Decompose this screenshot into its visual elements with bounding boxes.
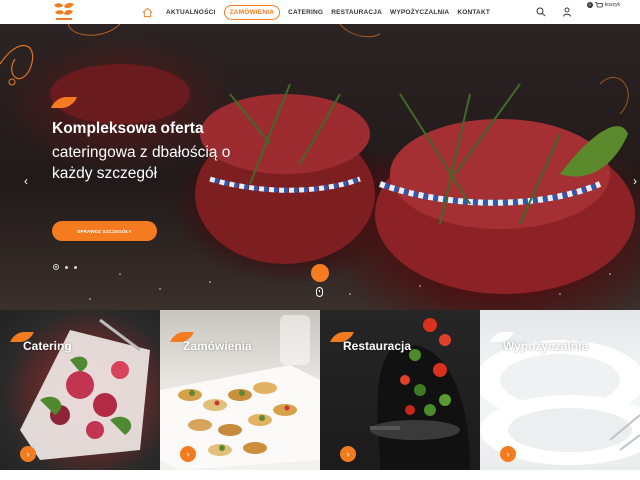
nav-item-kontakt[interactable]: KONTAKT — [457, 9, 490, 16]
tile-label: Restauracja — [343, 339, 412, 353]
cart-button[interactable]: 0 koszyk — [586, 1, 620, 11]
arrow-right-icon[interactable]: › — [500, 446, 516, 462]
nav-item-wypozyczalnia[interactable]: WYPOŻYCZALNIA — [390, 9, 449, 16]
user-icon[interactable] — [561, 6, 573, 18]
scroll-down-icon[interactable] — [316, 287, 323, 297]
category-tiles: Catering › Zamówienia › Restauracja › Wy… — [0, 310, 640, 470]
site-header: AKTUALNOŚCI ZAMÓWIENIA CATERING RESTAURA… — [0, 0, 640, 24]
hero-cta-button[interactable]: SPRAWDŹ SZCZEGÓŁY — [52, 221, 157, 241]
tile-label: Zamówienia — [183, 339, 252, 353]
arrow-right-icon[interactable]: › — [340, 446, 356, 462]
tile-wypozyczalnia[interactable]: Wypożyczalnia › — [480, 310, 640, 470]
tile-label: Wypożyczalnia — [503, 339, 589, 353]
slider-dot-3[interactable] — [74, 265, 77, 269]
cart-label: koszyk — [604, 1, 620, 8]
nav-item-aktualnosci[interactable]: AKTUALNOŚCI — [166, 9, 216, 16]
tile-zamowienia[interactable]: Zamówienia › — [160, 310, 320, 470]
nav-item-restauracja[interactable]: RESTAURACJA — [331, 9, 382, 16]
tile-restauracja[interactable]: Restauracja › — [320, 310, 480, 470]
hero-title: Kompleksowa oferta — [52, 120, 204, 137]
main-nav: AKTUALNOŚCI ZAMÓWIENIA CATERING RESTAURA… — [140, 3, 494, 21]
tile-catering[interactable]: Catering › — [0, 310, 160, 470]
cart-icon — [594, 1, 604, 11]
slider-dots — [53, 264, 83, 270]
tile-label: Catering — [23, 339, 72, 353]
catering-logo[interactable] — [52, 2, 76, 22]
hero-subtitle: cateringowa z dbałością o każdy szczegół — [52, 144, 231, 182]
home-icon[interactable] — [140, 5, 154, 19]
header-tools: 0 koszyk — [535, 0, 640, 24]
arrow-right-icon[interactable]: › — [20, 446, 36, 462]
search-icon[interactable] — [535, 6, 547, 18]
slider-prev-icon[interactable]: ‹ — [21, 175, 31, 187]
slider-next-icon[interactable]: › — [630, 175, 640, 187]
nav-item-zamowienia[interactable]: ZAMÓWIENIA — [223, 4, 281, 20]
hero-slider: Kompleksowa oferta cateringowa z dbałośc… — [0, 24, 640, 310]
cart-count: 0 — [586, 1, 593, 8]
nav-item-catering[interactable]: CATERING — [288, 9, 323, 16]
slider-dot-2[interactable] — [65, 265, 68, 269]
slider-dot-1[interactable] — [53, 264, 59, 270]
scroll-indicator — [311, 264, 329, 282]
arrow-right-icon[interactable]: › — [180, 446, 196, 462]
